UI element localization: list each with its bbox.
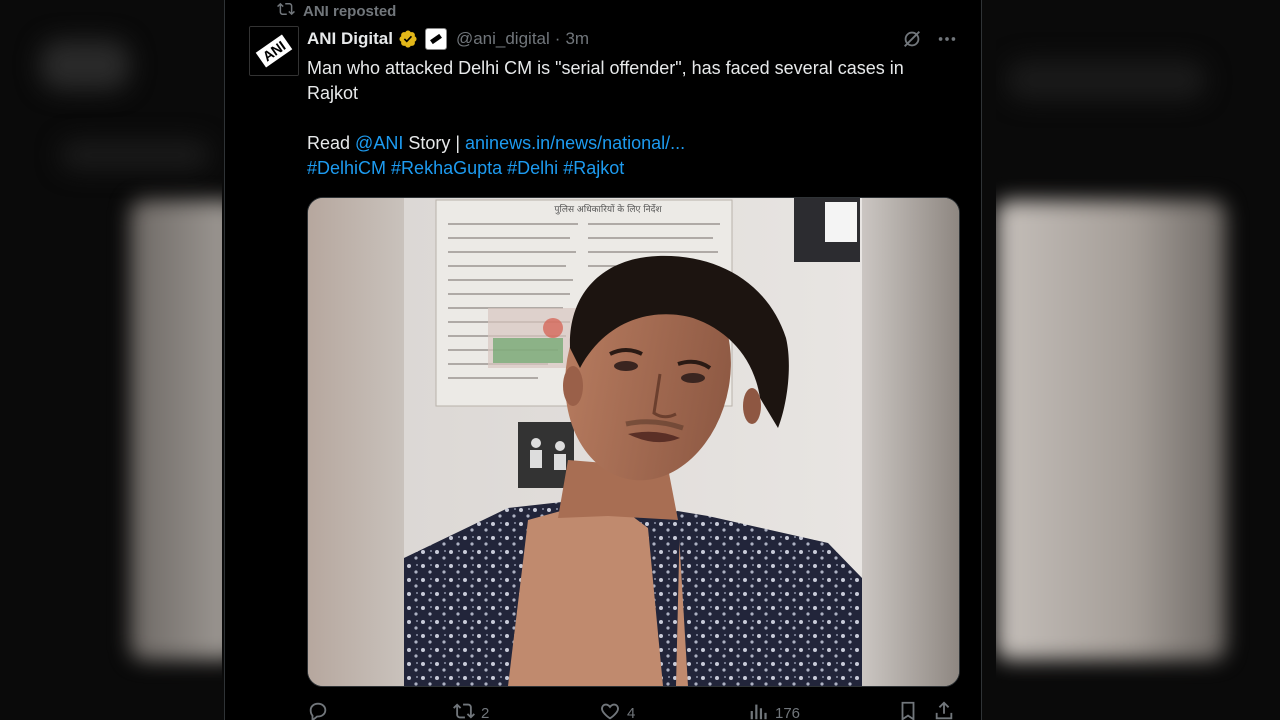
tweet-actions: 2 4 176 [307,700,958,720]
hashtag-link[interactable]: #RekhaGupta [391,158,502,178]
views-count: 176 [775,704,801,720]
read-story-line: Read @ANI Story | aninews.in/news/nation… [307,131,957,156]
display-name[interactable]: ANI Digital [307,29,393,49]
hashtags-line: #DelhiCM #RekhaGupta #Delhi #Rajkot [307,156,957,181]
bookmark-button[interactable] [897,700,919,720]
repost-button[interactable]: 2 [453,700,489,720]
views-chart-icon [747,700,769,720]
bookmark-icon [897,700,919,720]
tweet-text-line-1: Man who attacked Delhi CM is "serial off… [307,58,904,78]
article-link[interactable]: aninews.in/news/national/... [465,133,685,153]
repost-icon [277,0,295,22]
blurred-background-left [0,0,222,720]
hashtag-link[interactable]: #Rajkot [563,158,624,178]
verified-badge-icon[interactable] [398,29,418,49]
like-count: 4 [627,704,636,720]
tweet-text: Man who attacked Delhi CM is "serial off… [307,56,957,181]
repost-indicator: ANI reposted [277,1,396,21]
like-button[interactable]: 4 [599,700,635,720]
read-prefix: Read [307,133,356,153]
more-options-icon[interactable] [935,28,959,50]
views-button[interactable]: 176 [747,700,800,720]
tweet-text-line-2: Rajkot [307,83,359,103]
photo-man-in-police-station: पुलिस अधिकारियों के लिए निर्देश [308,198,959,686]
tweet-card[interactable]: ANI reposted ANI ANI Digital @ani_digita… [224,0,982,720]
repost-label: ANI reposted [303,2,397,20]
timestamp[interactable]: 3m [565,29,589,49]
hashtag-link[interactable]: #Delhi [507,158,558,178]
mention-link[interactable]: @ANI [355,133,403,153]
repost-count: 2 [481,704,490,720]
poster-title: पुलिस अधिकारियों के लिए निर्देश [554,203,662,215]
story-suffix: Story | [403,133,466,153]
retweet-icon [453,700,475,720]
handle[interactable]: @ani_digital [456,29,550,49]
heart-icon [599,700,621,720]
grok-icon[interactable] [901,28,923,50]
tweet-photo[interactable]: पुलिस अधिकारियों के लिए निर्देश [307,197,960,687]
reply-icon [307,700,329,720]
blurred-background-right [996,0,1280,720]
share-icon [933,700,955,720]
reply-button[interactable] [307,700,335,720]
share-button[interactable] [933,700,955,720]
avatar[interactable]: ANI [249,26,299,76]
affiliation-badge-icon[interactable] [424,28,447,50]
tweet-header: ANI Digital @ani_digital · 3m [307,26,589,52]
hashtag-link[interactable]: #DelhiCM [307,158,386,178]
separator-dot: · [554,29,561,48]
